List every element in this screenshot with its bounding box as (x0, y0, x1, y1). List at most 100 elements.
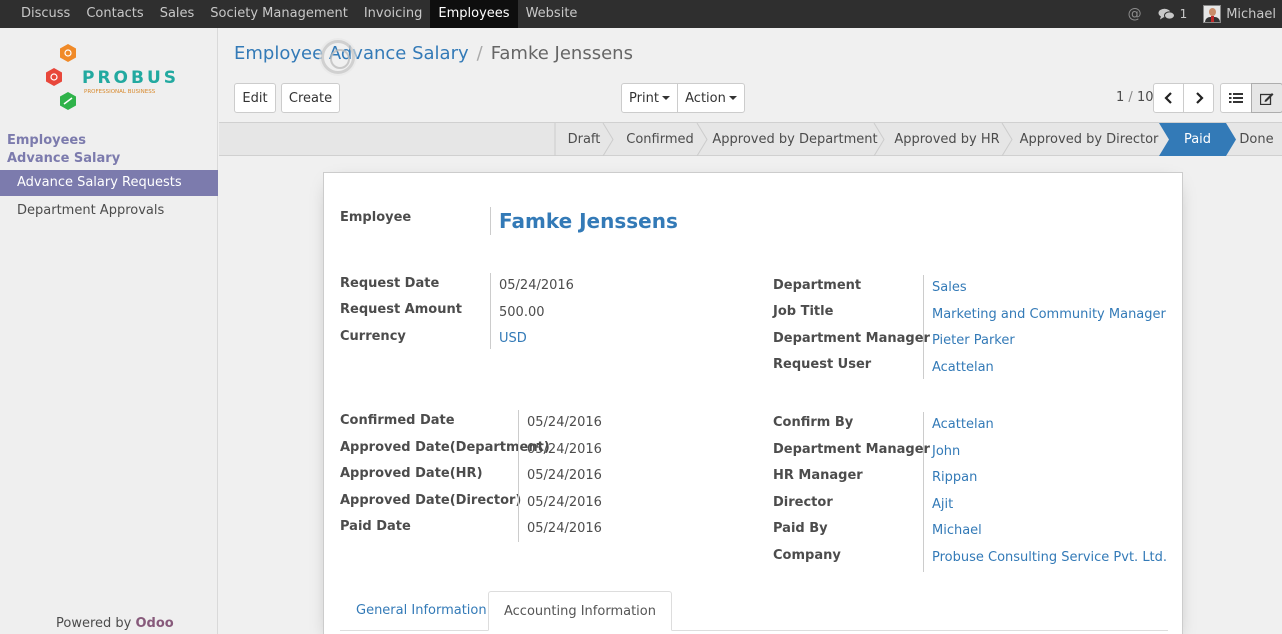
logo-subtext: PROFESSIONAL BUSINESS (84, 89, 156, 95)
employee-label: Employee (340, 210, 412, 225)
hr-manager-label: HR Manager (773, 468, 863, 483)
department-manager-link[interactable]: Pieter Parker (932, 333, 1015, 348)
department-manager-2-label: Department Manager (773, 442, 930, 457)
action-dropdown[interactable]: Action (677, 83, 745, 113)
department-manager-2-link[interactable]: John (932, 444, 960, 459)
field-divider (518, 410, 519, 542)
company-label: Company (773, 548, 841, 563)
menu-sales[interactable]: Sales (152, 0, 203, 28)
chevron-left-icon (1163, 92, 1172, 104)
menu-invoicing[interactable]: Invoicing (356, 0, 431, 28)
menu-employees[interactable]: Employees (430, 0, 518, 28)
field-divider (923, 412, 924, 572)
director-label: Director (773, 495, 833, 510)
breadcrumb-current: Famke Jenssens (490, 43, 633, 64)
department-label: Department (773, 278, 862, 293)
confirmed-date-label: Confirmed Date (340, 413, 455, 428)
user-menu[interactable]: Michael (1203, 5, 1276, 23)
create-button[interactable]: Create (281, 83, 340, 113)
menu-contacts[interactable]: Contacts (78, 0, 151, 28)
hr-manager-link[interactable]: Rippan (932, 470, 977, 485)
request-amount-value: 500.00 (499, 305, 545, 320)
list-view-button[interactable] (1220, 83, 1252, 113)
confirmed-date-value: 05/24/2016 (527, 415, 602, 430)
tab-accounting-information[interactable]: Accounting Information (488, 591, 672, 631)
paid-by-link[interactable]: Michael (932, 523, 982, 538)
notebook-tabs: General Information Accounting Informati… (340, 591, 1168, 631)
confirm-by-link[interactable]: Acattelan (932, 417, 994, 432)
caret-down-icon (661, 96, 670, 100)
pager-next-button[interactable] (1183, 83, 1214, 113)
powered-by-text: Powered by (56, 616, 132, 631)
menu-website[interactable]: Website (518, 0, 586, 28)
chevron-right-icon (1195, 92, 1204, 104)
currency-label: Currency (340, 329, 406, 344)
messages-count: 1 (1179, 7, 1188, 21)
sidebar: PROBUSE PROFESSIONAL BUSINESS Employees … (0, 28, 218, 634)
logo-text: PROBUSE (82, 68, 180, 88)
approved-date-hr-label: Approved Date(HR) (340, 466, 483, 481)
pager-previous-button[interactable] (1153, 83, 1184, 113)
department-link[interactable]: Sales (932, 280, 967, 295)
director-link[interactable]: Ajit (932, 497, 953, 512)
sidebar-heading-line1: Employees (7, 133, 86, 148)
field-divider (490, 273, 491, 349)
job-title-link[interactable]: Marketing and Community Manager (932, 307, 1166, 322)
stage-approved-by-department[interactable]: Approved by Department (709, 123, 881, 156)
paid-date-value: 05/24/2016 (527, 521, 602, 536)
user-name: Michael (1226, 6, 1276, 22)
field-divider (923, 275, 924, 379)
company-link[interactable]: Probuse Consulting Service Pvt. Ltd. (932, 550, 1167, 565)
chat-bubbles-icon (1158, 8, 1175, 20)
stage-confirmed[interactable]: Confirmed (615, 123, 705, 156)
stage-draft[interactable]: Draft (555, 123, 613, 156)
stage-paid[interactable]: Paid (1169, 123, 1226, 156)
app-menu: Discuss Contacts Sales Society Managemen… (13, 0, 585, 28)
currency-link[interactable]: USD (499, 331, 527, 346)
request-user-link[interactable]: Acattelan (932, 360, 994, 375)
confirm-by-label: Confirm By (773, 415, 854, 430)
sidebar-item-department-approvals[interactable]: Department Approvals (0, 198, 218, 224)
pager-total: 10 (1136, 90, 1154, 105)
approved-date-department-value: 05/24/2016 (527, 442, 602, 457)
messages-button[interactable]: 1 (1158, 7, 1188, 21)
stage-approved-by-director[interactable]: Approved by Director (1014, 123, 1164, 156)
breadcrumb-separator: / (476, 43, 483, 64)
department-manager-label: Department Manager (773, 331, 930, 346)
status-bar: Draft Confirmed Approved by Department A… (219, 123, 1282, 156)
request-date-value: 05/24/2016 (499, 278, 574, 293)
approved-date-hr-value: 05/24/2016 (527, 468, 602, 483)
pager-current: 1 (1116, 90, 1125, 105)
sidebar-section-heading: Employees Advance Salary (7, 132, 120, 168)
paid-by-label: Paid By (773, 521, 828, 536)
pager-separator: / (1128, 90, 1133, 105)
request-user-label: Request User (773, 357, 872, 372)
menu-discuss[interactable]: Discuss (13, 0, 78, 28)
tab-general-information[interactable]: General Information (341, 591, 502, 631)
edit-form-icon (1260, 92, 1274, 105)
sidebar-item-advance-salary-requests[interactable]: Advance Salary Requests (0, 170, 218, 196)
stage-approved-by-hr[interactable]: Approved by HR (886, 123, 1008, 156)
click-ripple-indicator (321, 40, 355, 74)
sidebar-heading-line2: Advance Salary (7, 151, 121, 166)
employee-name-link[interactable]: Famke Jenssens (499, 209, 678, 233)
top-navbar: Discuss Contacts Sales Society Managemen… (0, 0, 1282, 28)
field-divider (490, 207, 491, 235)
form-sheet: Employee Famke Jenssens Request Date 05/… (323, 172, 1183, 634)
approved-date-director-label: Approved Date(Director) (340, 493, 522, 508)
systray: @ 1 Michael (1128, 0, 1282, 28)
form-view-button[interactable] (1251, 83, 1282, 113)
approved-date-director-value: 05/24/2016 (527, 495, 602, 510)
print-dropdown[interactable]: Print (621, 83, 678, 113)
caret-down-icon (728, 96, 737, 100)
paid-date-label: Paid Date (340, 519, 411, 534)
list-icon (1229, 93, 1243, 103)
pager-value[interactable]: 1 / 10 (1116, 90, 1154, 105)
at-icon[interactable]: @ (1128, 6, 1142, 22)
control-panel: Employee Advance Salary / Famke Jenssens… (219, 28, 1282, 123)
menu-society-management[interactable]: Society Management (202, 0, 356, 28)
edit-button[interactable]: Edit (234, 83, 276, 113)
company-logo[interactable]: PROBUSE PROFESSIONAL BUSINESS (40, 42, 180, 116)
odoo-link[interactable]: Odoo (136, 616, 174, 631)
stage-done[interactable]: Done (1231, 123, 1282, 156)
